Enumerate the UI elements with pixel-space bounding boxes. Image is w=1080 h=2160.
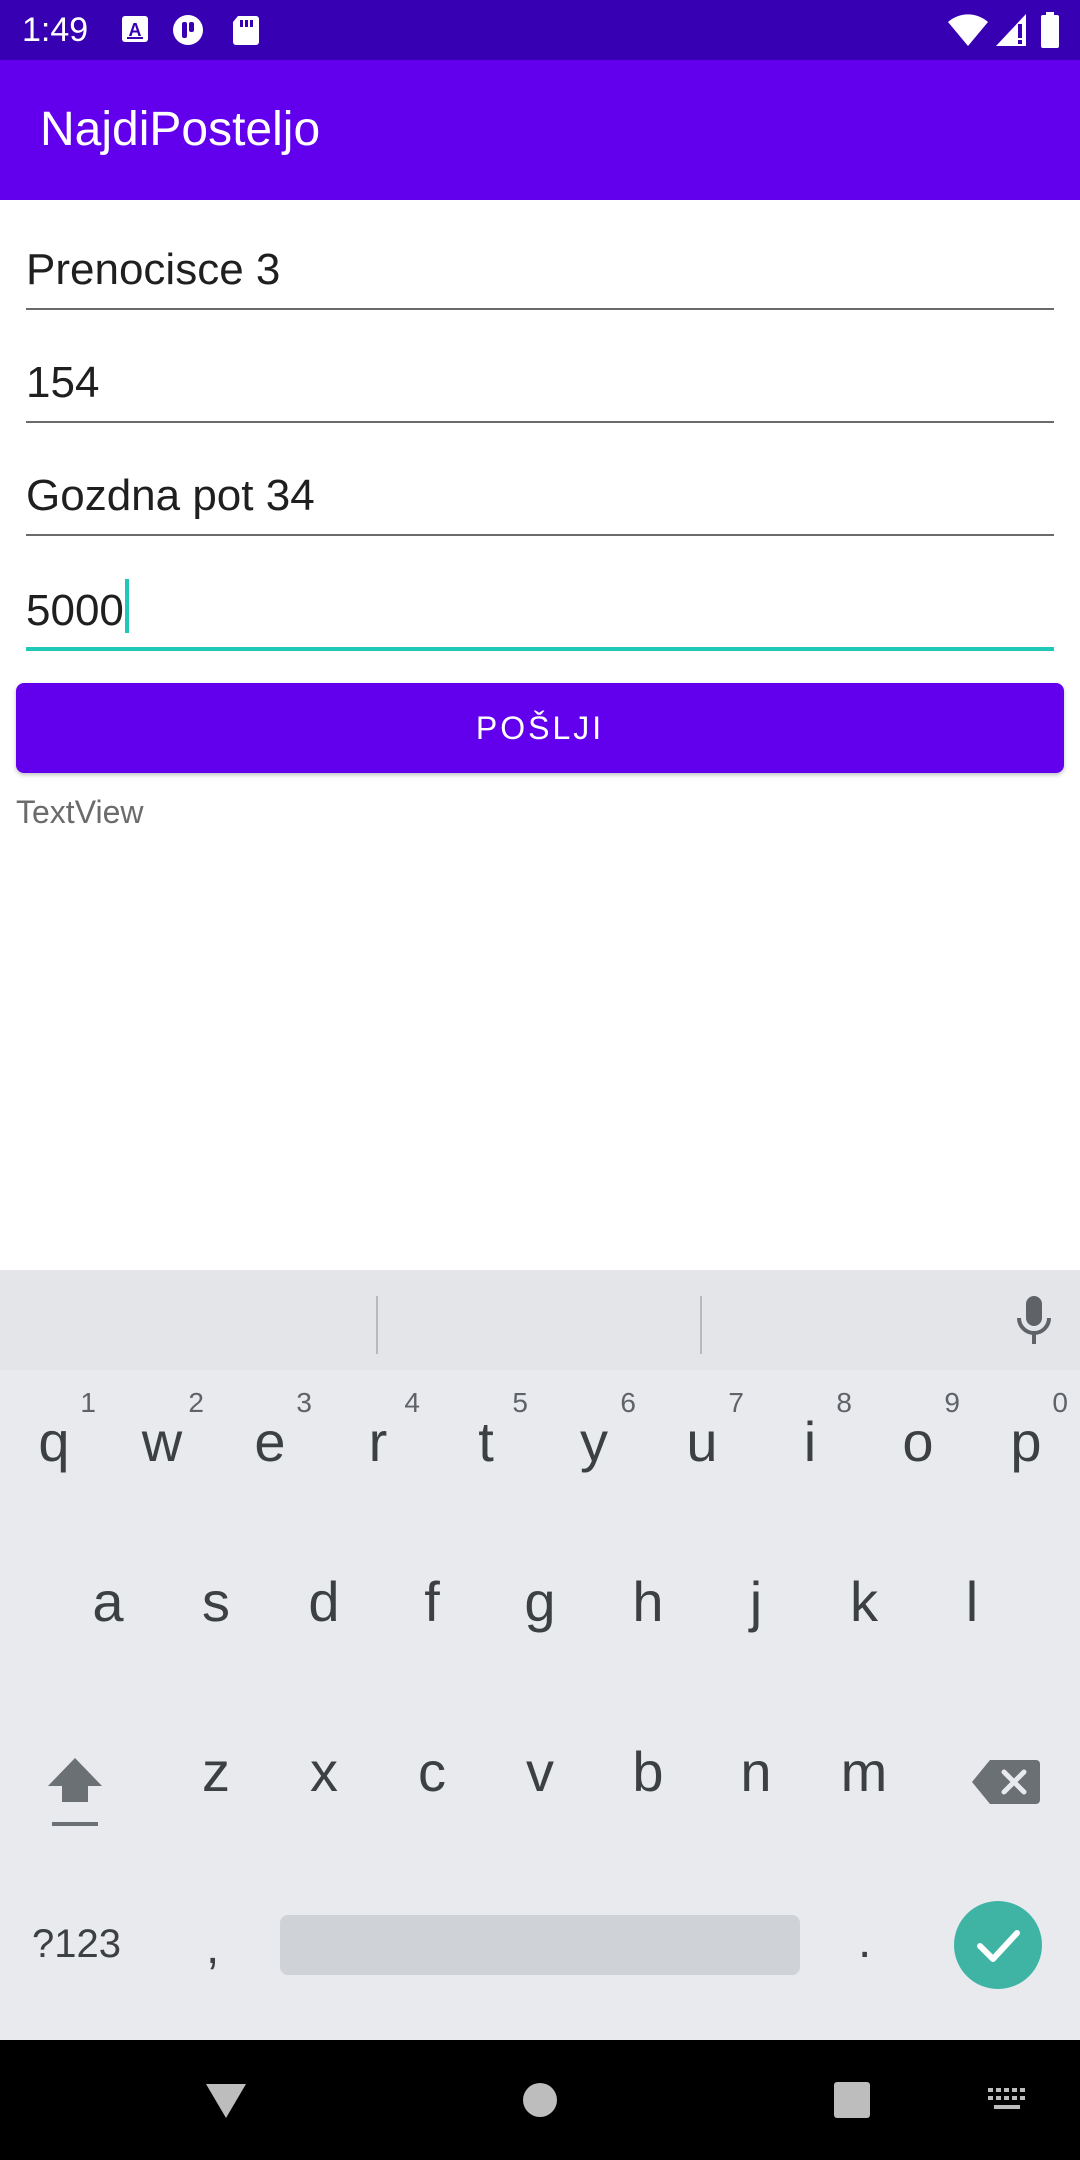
- suggestion-divider: [700, 1296, 702, 1354]
- suggestion-strip: [0, 1270, 1080, 1370]
- key-letter: d: [308, 1570, 340, 1633]
- key-letter: s: [202, 1570, 230, 1633]
- status-bar: 1:49 A: [0, 0, 1080, 60]
- address-field[interactable]: Gozdna pot 34: [26, 454, 1054, 536]
- key-letter: l: [965, 1570, 979, 1633]
- key-e[interactable]: 3e: [216, 1370, 324, 1520]
- key-letter: f: [424, 1570, 440, 1633]
- key-letter: n: [740, 1740, 772, 1803]
- key-letter: h: [632, 1570, 664, 1633]
- pause-circle-icon: [173, 15, 203, 45]
- check-icon: [977, 1930, 1020, 1962]
- key-t[interactable]: 5t: [432, 1370, 540, 1520]
- key-letter: c: [418, 1740, 446, 1803]
- app-bar: NajdiPosteljo: [0, 60, 1080, 200]
- key-letter: z: [202, 1740, 230, 1803]
- key-a[interactable]: a: [54, 1540, 162, 1690]
- key-z[interactable]: z: [162, 1700, 270, 1850]
- postal-code-value: 5000: [26, 586, 124, 635]
- home-icon[interactable]: [522, 2082, 558, 2118]
- key-q[interactable]: 1q: [0, 1370, 108, 1520]
- status-time: 1:49: [22, 11, 89, 49]
- key-letter: v: [526, 1740, 554, 1803]
- key-letter: b: [632, 1740, 664, 1803]
- key-v[interactable]: v: [486, 1700, 594, 1850]
- postal-code-value-wrap: 5000: [26, 579, 129, 637]
- key-letter: r: [368, 1410, 388, 1473]
- key-o[interactable]: 9o: [864, 1370, 972, 1520]
- key-r[interactable]: 4r: [324, 1370, 432, 1520]
- a-box-icon: A: [122, 16, 148, 42]
- key-k[interactable]: k: [810, 1540, 918, 1690]
- key-f[interactable]: f: [378, 1540, 486, 1690]
- navigation-bar: [0, 2040, 1080, 2160]
- key-letter: q: [38, 1410, 70, 1473]
- shift-icon[interactable]: [40, 1750, 110, 1830]
- key-letter: a: [92, 1570, 124, 1633]
- key-n[interactable]: n: [702, 1700, 810, 1850]
- key-h[interactable]: h: [594, 1540, 702, 1690]
- key-letter: j: [749, 1570, 763, 1633]
- back-icon[interactable]: [204, 2082, 248, 2120]
- result-textview: TextView: [16, 794, 144, 830]
- accommodation-name-value: Prenocisce 3: [26, 245, 281, 294]
- backspace-icon[interactable]: [970, 1754, 1042, 1810]
- signal-icon: [996, 14, 1026, 46]
- key-letter: t: [478, 1410, 494, 1473]
- accommodation-name-field[interactable]: Prenocisce 3: [26, 228, 1054, 310]
- key-letter: u: [686, 1410, 718, 1473]
- suggestion-divider: [376, 1296, 378, 1354]
- enter-key[interactable]: [954, 1901, 1042, 1989]
- key-b[interactable]: b: [594, 1700, 702, 1850]
- recents-icon[interactable]: [834, 2082, 870, 2118]
- microphone-icon[interactable]: [1014, 1294, 1054, 1350]
- key-j[interactable]: j: [702, 1540, 810, 1690]
- key-g[interactable]: g: [486, 1540, 594, 1690]
- key-m[interactable]: m: [810, 1700, 918, 1850]
- soft-keyboard: 1q2w3e4r5t6y7u8i9o0p a s d f g h j k l z x c v b n m ?…: [0, 1270, 1080, 2040]
- key-i[interactable]: 8i: [756, 1370, 864, 1520]
- battery-icon: [1041, 12, 1059, 48]
- key-letter: i: [803, 1410, 817, 1473]
- key-letter: x: [310, 1740, 338, 1803]
- key-u[interactable]: 7u: [648, 1370, 756, 1520]
- key-c[interactable]: c: [378, 1700, 486, 1850]
- address-value: Gozdna pot 34: [26, 471, 315, 520]
- number-value: 154: [26, 358, 100, 407]
- key-d[interactable]: d: [270, 1540, 378, 1690]
- key-letter: w: [141, 1410, 183, 1473]
- key-w[interactable]: 2w: [108, 1370, 216, 1520]
- key-letter: p: [1010, 1410, 1042, 1473]
- keyboard-switch-icon[interactable]: [988, 2088, 1028, 2112]
- symbols-key[interactable]: ?123: [32, 1920, 121, 1968]
- wifi-icon: [948, 14, 988, 46]
- key-letter: m: [840, 1740, 888, 1803]
- key-letter: k: [850, 1570, 878, 1633]
- period-key[interactable]: .: [858, 1918, 871, 1966]
- send-button[interactable]: POŠLJI: [16, 683, 1064, 773]
- key-y[interactable]: 6y: [540, 1370, 648, 1520]
- space-key[interactable]: [280, 1915, 800, 1975]
- number-field[interactable]: 154: [26, 341, 1054, 423]
- comma-key[interactable]: ,: [206, 1924, 219, 1972]
- text-cursor: [124, 579, 129, 633]
- key-letter: g: [524, 1570, 556, 1633]
- postal-code-field[interactable]: 5000: [26, 567, 1054, 651]
- key-l[interactable]: l: [918, 1540, 1026, 1690]
- sd-card-icon: [233, 16, 259, 45]
- key-s[interactable]: s: [162, 1540, 270, 1690]
- key-letter: y: [580, 1410, 608, 1473]
- key-x[interactable]: x: [270, 1700, 378, 1850]
- app-title: NajdiPosteljo: [40, 103, 321, 156]
- key-p[interactable]: 0p: [972, 1370, 1080, 1520]
- key-letter: e: [254, 1410, 286, 1473]
- key-letter: o: [902, 1410, 934, 1473]
